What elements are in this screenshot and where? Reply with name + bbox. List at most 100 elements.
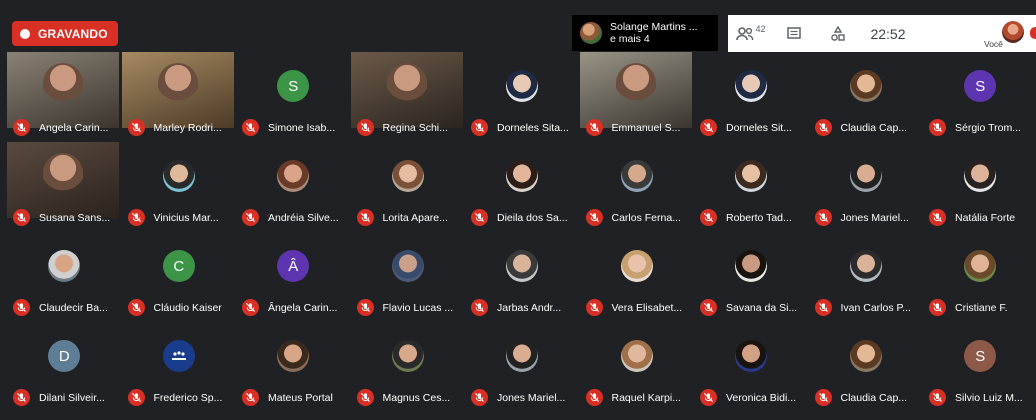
- participant-tile[interactable]: Angela Carin...: [7, 52, 122, 142]
- participant-tile[interactable]: Claudia Cap...: [809, 322, 924, 412]
- participant-name-bar: Claudecir Ba...: [13, 299, 118, 316]
- participant-name: Roberto Tad...: [726, 211, 792, 224]
- participant-tile[interactable]: Claudecir Ba...: [7, 232, 122, 322]
- mic-muted-icon: [471, 299, 488, 316]
- participant-name-bar: Silvio Luiz M...: [929, 389, 1034, 406]
- participant-name: Vera Elisabet...: [611, 301, 683, 314]
- participant-name: Magnus Ces...: [382, 391, 451, 404]
- participant-name-bar: Dilani Silveir...: [13, 389, 118, 406]
- participant-video: [7, 52, 119, 128]
- video-person: [43, 63, 83, 113]
- organization-logo-avatar: [162, 340, 195, 372]
- participant-name: Veronica Bidi...: [726, 391, 797, 404]
- participant-tile[interactable]: Flavio Lucas ...: [351, 232, 466, 322]
- participant-name: Angela Carin...: [39, 121, 109, 134]
- mic-muted-icon: [242, 299, 259, 316]
- participant-tile[interactable]: Carlos Ferna...: [580, 142, 695, 232]
- participant-name: Ângela Carin...: [268, 301, 338, 314]
- people-count: 42: [755, 23, 766, 34]
- activities-button[interactable]: [814, 25, 862, 42]
- participant-name: Emmanuel S...: [611, 121, 681, 134]
- mic-muted-icon: [242, 209, 259, 226]
- mic-muted-icon: [585, 299, 603, 316]
- participant-name: Dorneles Sit...: [726, 121, 792, 134]
- chat-icon: [787, 26, 801, 39]
- participant-name: Dorneles Sita...: [497, 121, 569, 134]
- participant-name-bar: Sérgio Trom...: [929, 119, 1034, 136]
- participant-tile[interactable]: S Simone Isab...: [236, 52, 351, 142]
- participant-name: Frederico Sp...: [153, 391, 223, 404]
- mic-muted-icon: [929, 389, 946, 406]
- participant-name: Raquel Karpi...: [611, 391, 681, 404]
- participant-photo-avatar: [391, 340, 424, 372]
- participant-name-bar: Magnus Ces...: [356, 389, 462, 406]
- chat-button[interactable]: [774, 26, 814, 41]
- mic-muted-icon: [13, 299, 30, 316]
- participant-tile[interactable]: Regina Schi...: [350, 52, 466, 142]
- participant-photo-avatar: [620, 160, 653, 192]
- participant-tile[interactable]: Vinicius Mar...: [122, 142, 237, 232]
- mic-muted-icon: [13, 209, 30, 226]
- mic-muted-icon: [242, 389, 259, 406]
- participant-name: Natália Forte: [955, 211, 1016, 224]
- participant-tile[interactable]: C Cláudio Kaiser: [122, 232, 237, 322]
- people-button[interactable]: 42: [728, 23, 774, 41]
- participant-name: Flavio Lucas ...: [382, 301, 454, 314]
- participant-name: Claudecir Ba...: [39, 301, 108, 314]
- participant-tile[interactable]: Vera Elisabet...: [580, 232, 695, 322]
- mic-muted-icon: [127, 119, 145, 136]
- participant-initial-avatar: Â: [277, 250, 310, 282]
- participant-photo-avatar: [849, 340, 882, 372]
- participant-tile[interactable]: Natália Forte: [923, 142, 1036, 232]
- participant-name-bar: Ângela Carin...: [242, 299, 347, 316]
- participant-name: Dieila dos Sa...: [497, 211, 568, 224]
- presenter-name: Solange Martins ...: [610, 21, 698, 33]
- mic-muted-icon: [471, 389, 488, 406]
- participant-tile[interactable]: S Silvio Luiz M...: [923, 322, 1036, 412]
- participant-tile[interactable]: Claudia Cap...: [809, 52, 924, 142]
- participant-tile[interactable]: Marley Rodri...: [121, 52, 237, 142]
- participant-photo-avatar: [620, 340, 653, 372]
- participant-tile[interactable]: Roberto Tad...: [694, 142, 809, 232]
- participant-name: Silvio Luiz M...: [955, 391, 1023, 404]
- participant-tile[interactable]: Mateus Portal: [236, 322, 351, 412]
- participant-tile[interactable]: Emmanuel S...: [579, 52, 695, 142]
- participant-tile[interactable]: Dorneles Sita...: [465, 52, 580, 142]
- self-view[interactable]: Você: [982, 15, 1036, 52]
- participant-tile[interactable]: Dieila dos Sa...: [465, 142, 580, 232]
- participant-tile[interactable]: Jones Mariel...: [809, 142, 924, 232]
- participant-tile[interactable]: Andréia Silve...: [236, 142, 351, 232]
- participant-tile[interactable]: Cristiane F.: [923, 232, 1036, 322]
- participant-tile[interactable]: Veronica Bidi...: [694, 322, 809, 412]
- participant-photo-avatar: [277, 340, 310, 372]
- participant-tile[interactable]: Magnus Ces...: [351, 322, 466, 412]
- participant-tile[interactable]: S Sérgio Trom...: [923, 52, 1036, 142]
- mic-muted-icon: [700, 119, 717, 136]
- participant-tile[interactable]: Jones Mariel...: [465, 322, 580, 412]
- participant-tile[interactable]: D Dilani Silveir...: [7, 322, 122, 412]
- participant-tile[interactable]: Susana Sans...: [7, 142, 122, 232]
- participant-tile[interactable]: Raquel Karpi...: [580, 322, 695, 412]
- participant-name-bar: Regina Schi...: [356, 119, 462, 136]
- participant-tile[interactable]: Frederico Sp...: [122, 322, 237, 412]
- participant-initial-avatar: S: [277, 70, 310, 102]
- participant-name: Susana Sans...: [39, 211, 111, 224]
- participant-tile[interactable]: Â Ângela Carin...: [236, 232, 351, 322]
- participant-tile[interactable]: Lorita Apare...: [351, 142, 466, 232]
- participant-name-bar: Dorneles Sita...: [471, 119, 576, 136]
- participant-tile[interactable]: Dorneles Sit...: [694, 52, 809, 142]
- participant-name-bar: Raquel Karpi...: [585, 389, 691, 406]
- record-dot-icon: [20, 28, 30, 39]
- mic-muted-icon: [356, 389, 374, 406]
- video-person: [386, 63, 427, 113]
- participant-name-bar: Cristiane F.: [929, 299, 1034, 316]
- self-mic-muted-icon: [1030, 27, 1036, 39]
- participant-name-bar: Vinicius Mar...: [127, 209, 233, 226]
- presenter-chip[interactable]: Solange Martins ... e mais 4: [572, 15, 718, 51]
- recording-indicator[interactable]: GRAVANDO: [12, 21, 118, 46]
- participant-tile[interactable]: Jarbas Andr...: [465, 232, 580, 322]
- participant-tile[interactable]: Savana da Si...: [694, 232, 809, 322]
- participant-photo-avatar: [506, 250, 539, 282]
- participant-name-bar: Mateus Portal: [242, 389, 347, 406]
- participant-tile[interactable]: Ivan Carlos P...: [809, 232, 924, 322]
